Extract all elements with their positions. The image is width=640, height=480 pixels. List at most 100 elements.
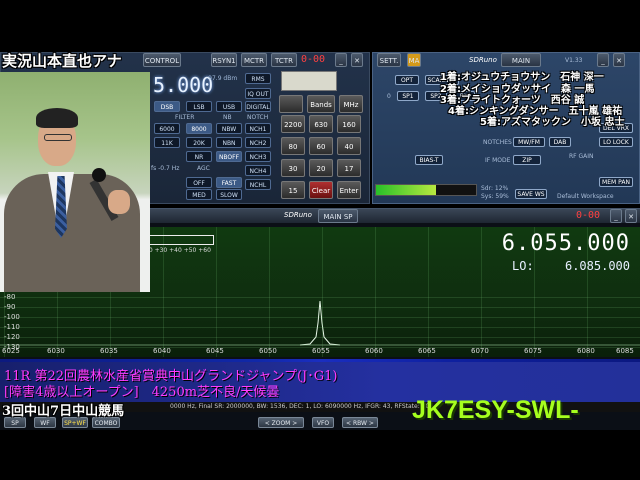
close-icon[interactable]: ✕ — [351, 53, 363, 67]
rsyn1-button[interactable]: RSYN1 — [211, 53, 237, 67]
zip-button[interactable]: ZIP — [513, 155, 541, 165]
notch-nch2[interactable]: NCH2 — [245, 137, 271, 148]
sys-usage: Sys: 59% — [481, 193, 509, 200]
frequency-tick: 6050 — [259, 347, 277, 355]
lo-label: LO: — [512, 259, 534, 273]
nb-nr[interactable]: NR — [186, 151, 212, 162]
mw-fm-button[interactable]: MW/FM — [513, 137, 545, 147]
grid-line — [0, 327, 640, 328]
notch-nch1[interactable]: NCH1 — [245, 123, 271, 134]
version-label: V1.33 — [565, 57, 583, 64]
mode-lsb[interactable]: LSB — [186, 101, 212, 112]
filter-11k[interactable]: 11K — [154, 137, 180, 148]
clear-button[interactable]: Clear — [309, 181, 333, 199]
signal-dbm: -97.9 dBm — [206, 75, 238, 82]
band-80[interactable]: 80 — [281, 137, 305, 155]
frequency-tick: 6040 — [153, 347, 171, 355]
frequency-tick: 6080 — [577, 347, 595, 355]
mode-dsb[interactable]: DSB — [154, 101, 180, 112]
close-icon[interactable]: ✕ — [625, 209, 637, 223]
filter-8000[interactable]: 8000 — [186, 123, 212, 134]
tctr-button[interactable]: TCTR — [271, 53, 297, 67]
notch-nch4[interactable]: NCH4 — [245, 165, 271, 176]
agc-label: AGC — [197, 165, 210, 172]
venue-caption: 3回中山7日中山競馬 — [2, 404, 125, 419]
notch-nch3[interactable]: NCH3 — [245, 151, 271, 162]
band-20[interactable]: 20 — [309, 159, 333, 177]
save-ws-button[interactable]: SAVE WS — [515, 189, 547, 199]
agc-off[interactable]: OFF — [186, 177, 212, 188]
level-scale-box — [140, 235, 214, 245]
filter-20k[interactable]: 20K — [186, 137, 212, 148]
bias-t-button[interactable]: BIAS-T — [415, 155, 443, 165]
opt-button[interactable]: OPT — [395, 75, 419, 85]
frequency-tick: 6065 — [418, 347, 436, 355]
grid-line — [0, 297, 640, 298]
dab-button[interactable]: DAB — [549, 137, 571, 147]
enter-button[interactable]: Enter — [337, 181, 361, 199]
photo-mic — [92, 168, 106, 182]
mode-usb[interactable]: USB — [216, 101, 242, 112]
fs-readout: fs -0.7 Hz — [151, 165, 180, 172]
zoom-control[interactable]: < ZOOM > — [258, 417, 304, 428]
mctr-button[interactable]: MCTR — [241, 53, 267, 67]
callsign-watermark: JK7ESY-SWL- — [412, 396, 579, 424]
vfo-button[interactable]: VFO — [312, 417, 334, 428]
rbw-control[interactable]: < RBW > — [342, 417, 378, 428]
nb-nbw[interactable]: NBW — [216, 123, 242, 134]
band-30[interactable]: 30 — [281, 159, 305, 177]
bands-button[interactable]: Bands — [307, 95, 335, 113]
lo-lock-button[interactable]: LO LOCK — [599, 137, 633, 147]
band-40[interactable]: 40 — [337, 137, 361, 155]
band-17[interactable]: 17 — [337, 159, 361, 177]
band-2200[interactable]: 2200 — [281, 115, 305, 133]
close-icon[interactable]: ✕ — [613, 53, 625, 67]
lo-frequency[interactable]: 6.085.000 — [565, 259, 630, 273]
iq-out-button[interactable]: IQ OUT — [245, 88, 271, 99]
frequency-tick: 6075 — [524, 347, 542, 355]
minimize-icon[interactable]: _ — [335, 53, 347, 67]
band-60[interactable]: 60 — [309, 137, 333, 155]
minimize-icon[interactable]: _ — [597, 53, 609, 67]
agc-slow[interactable]: SLOW — [216, 189, 242, 200]
mem-pan-button[interactable]: MEM PAN — [599, 177, 633, 187]
band-160[interactable]: 160 — [337, 115, 361, 133]
frequency-tick: 6055 — [312, 347, 330, 355]
nb-nboff[interactable]: NBOFF — [216, 151, 242, 162]
s-meter — [281, 71, 337, 91]
mode-digital[interactable]: DIGITAL — [245, 101, 271, 112]
filter-6000[interactable]: 6000 — [154, 123, 180, 134]
letterbox-top — [0, 0, 640, 50]
ma-badge[interactable]: MA — [407, 53, 421, 67]
control-tab[interactable]: CONTROL — [143, 53, 181, 67]
rf-gain-label: RF GAIN — [569, 153, 594, 160]
db-tick: -80 — [4, 293, 16, 301]
db-tick: -110 — [4, 323, 20, 331]
agc-med[interactable]: MED — [186, 189, 212, 200]
race-conditions: [障害4歳以上オープン] 4250m芝不良/天候曇 — [4, 385, 280, 400]
audio-level-bar — [375, 184, 477, 196]
band-15[interactable]: 15 — [281, 181, 305, 199]
minimize-icon[interactable]: _ — [610, 209, 622, 223]
agc-fast[interactable]: FAST — [216, 177, 242, 188]
main-frequency-display[interactable]: 6.055.000 — [502, 231, 630, 256]
sett-button[interactable]: SETT. — [377, 53, 401, 67]
nb-nbn[interactable]: NBN — [216, 137, 242, 148]
ranking-5: 5着:アズマタックン 小坂 忠士 — [480, 117, 625, 128]
notches-label: NOTCHES — [483, 139, 512, 146]
photo-glasses — [44, 134, 72, 141]
notch-nchl[interactable]: NCHL — [245, 179, 271, 190]
sp1-button[interactable]: SP1 — [397, 91, 419, 101]
main-sp-tab[interactable]: MAIN SP — [318, 209, 358, 223]
announcer-photo — [0, 72, 150, 292]
rms-button[interactable]: RMS — [245, 73, 271, 84]
mhz-button[interactable]: MHz — [339, 95, 363, 113]
nb-label: NB — [223, 114, 232, 121]
band-630[interactable]: 630 — [309, 115, 333, 133]
db-tick: -100 — [4, 313, 20, 321]
level-scale: +20 +30 +40 +50 +60 — [140, 247, 211, 254]
frequency-tick: 6045 — [206, 347, 224, 355]
main-tab[interactable]: MAIN — [501, 53, 541, 67]
left-seg-display: 0-00 — [301, 54, 326, 65]
mute-button[interactable] — [279, 95, 303, 113]
